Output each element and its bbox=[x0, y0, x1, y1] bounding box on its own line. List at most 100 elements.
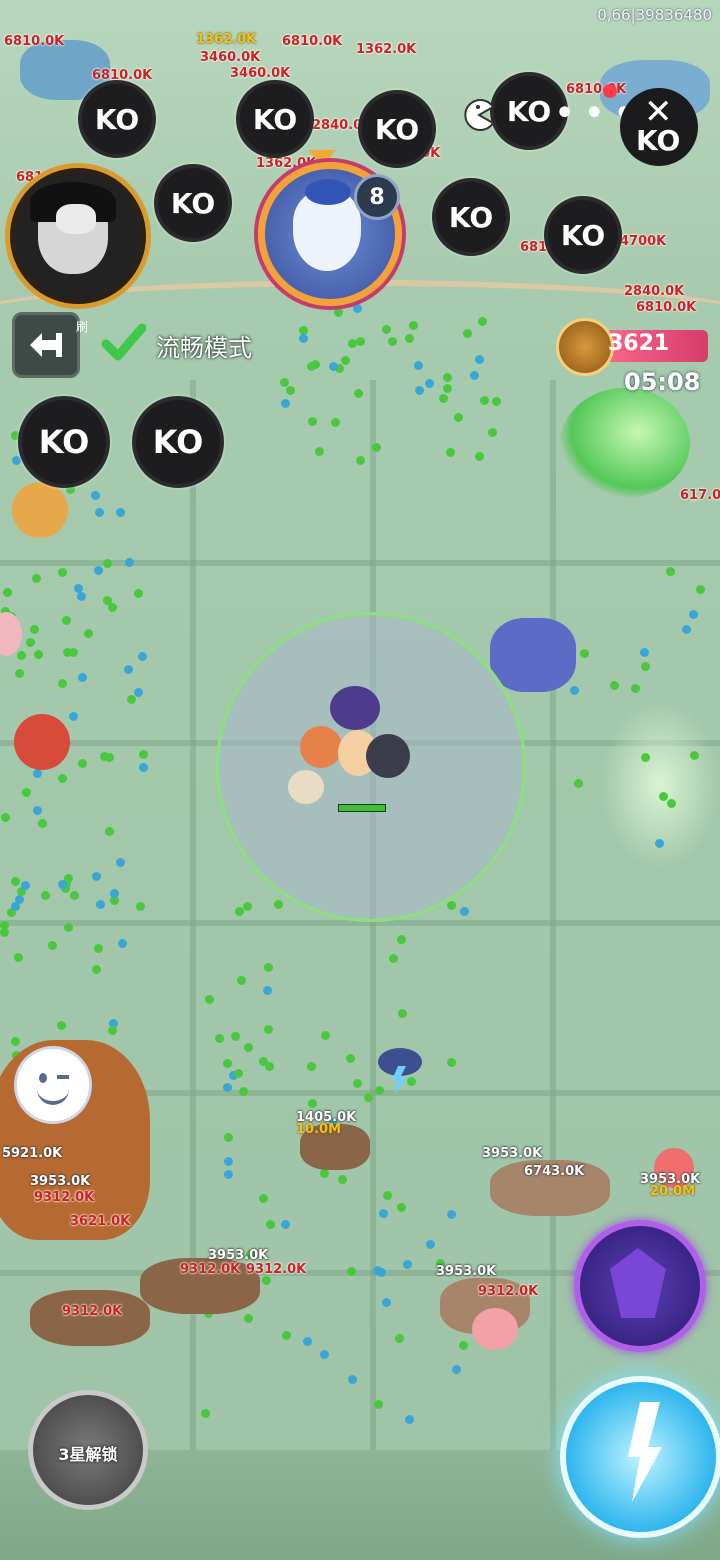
experience-orb bbox=[230, 1031, 240, 1041]
damage-number: 3953.0K bbox=[482, 1146, 543, 1161]
experience-orb bbox=[453, 413, 463, 423]
experience-orb bbox=[243, 1043, 253, 1053]
experience-orb bbox=[223, 1132, 233, 1142]
experience-orb bbox=[57, 879, 67, 889]
damage-number: 6810.0K bbox=[566, 82, 627, 97]
experience-orb bbox=[458, 1341, 468, 1351]
ko-badge: KO bbox=[544, 196, 622, 274]
experience-orb bbox=[64, 922, 74, 932]
experience-orb bbox=[10, 877, 20, 886]
experience-orb bbox=[234, 906, 244, 916]
locked-skill-slot[interactable]: 3星解锁 bbox=[28, 1390, 148, 1510]
damage-number: 617.0K bbox=[680, 488, 720, 503]
experience-orb bbox=[264, 1062, 274, 1071]
experience-orb bbox=[319, 1350, 329, 1360]
close-button[interactable]: ✕ KO bbox=[620, 88, 698, 166]
monster bbox=[472, 1308, 518, 1350]
experience-orb bbox=[389, 953, 399, 963]
experience-orb bbox=[475, 451, 485, 461]
monster bbox=[12, 482, 68, 538]
experience-orb bbox=[654, 838, 664, 848]
experience-orb bbox=[462, 328, 472, 338]
build-id-text: 0,66|39836480 bbox=[597, 6, 712, 24]
experience-orb bbox=[94, 943, 104, 953]
experience-orb bbox=[353, 389, 363, 399]
experience-orb bbox=[382, 1190, 392, 1200]
experience-orb bbox=[347, 338, 357, 348]
experience-orb bbox=[30, 624, 40, 634]
experience-orb bbox=[478, 316, 488, 326]
experience-orb bbox=[346, 1267, 356, 1277]
storm-cloud-icon bbox=[378, 1048, 422, 1094]
experience-orb bbox=[280, 377, 290, 387]
monster bbox=[490, 618, 576, 692]
experience-orb bbox=[135, 901, 145, 911]
experience-orb bbox=[15, 668, 25, 678]
ko-badge: KO bbox=[236, 80, 314, 158]
damage-number: 9312.0K bbox=[180, 1262, 241, 1277]
ko-badge: KO bbox=[358, 90, 436, 168]
lightning-skill-button[interactable] bbox=[560, 1376, 720, 1538]
experience-orb bbox=[105, 826, 115, 836]
experience-orb bbox=[307, 416, 317, 426]
check-icon[interactable] bbox=[100, 320, 146, 366]
damage-number: 1362.0K bbox=[196, 32, 257, 47]
experience-orb bbox=[696, 584, 706, 594]
demon-skill-button[interactable] bbox=[574, 1220, 706, 1352]
experience-orb bbox=[37, 818, 47, 828]
experience-orb bbox=[58, 678, 68, 688]
experience-orb bbox=[222, 1058, 232, 1068]
experience-orb bbox=[659, 791, 669, 801]
experience-orb bbox=[388, 336, 398, 346]
experience-orb bbox=[137, 651, 147, 661]
experience-orb bbox=[243, 901, 253, 911]
experience-orb bbox=[47, 941, 57, 951]
experience-orb bbox=[56, 1020, 66, 1030]
experience-orb bbox=[103, 558, 113, 568]
game-stage[interactable]: 6810.0K 1362.0K 6810.0K 6810.0K 1362.0K 3460.… bbox=[0, 0, 720, 1560]
experience-orb bbox=[345, 1053, 355, 1063]
damage-number: 9312.0K bbox=[478, 1284, 539, 1299]
smooth-mode-label[interactable]: 流畅模式 bbox=[156, 328, 252, 363]
damage-number: 4700K bbox=[620, 234, 667, 249]
experience-orb bbox=[138, 750, 148, 760]
ko-badge: KO bbox=[132, 396, 224, 488]
damage-number: 6810.0K bbox=[4, 34, 65, 49]
experience-orb bbox=[204, 994, 214, 1004]
experience-orb bbox=[68, 711, 78, 721]
damage-number: 1362.0K bbox=[356, 42, 417, 57]
lightning-skill-icon bbox=[628, 1402, 662, 1502]
experience-orb bbox=[446, 1209, 456, 1219]
experience-orb bbox=[214, 1033, 224, 1043]
damage-number: 9312.0K bbox=[246, 1262, 307, 1277]
experience-orb bbox=[445, 447, 455, 457]
experience-orb bbox=[479, 395, 489, 405]
experience-orb bbox=[133, 588, 143, 598]
experience-orb bbox=[363, 1092, 373, 1102]
unlock-label: 3星解锁 bbox=[58, 1445, 118, 1464]
experience-orb bbox=[355, 337, 365, 347]
experience-orb bbox=[470, 370, 480, 380]
player-avatar[interactable] bbox=[10, 168, 146, 304]
damage-number: 6810.0K bbox=[282, 34, 343, 49]
experience-orb bbox=[11, 455, 21, 465]
experience-orb bbox=[459, 907, 469, 917]
damage-number: 9312.0K bbox=[34, 1190, 95, 1205]
experience-orb bbox=[374, 1399, 384, 1409]
experience-orb bbox=[77, 759, 87, 769]
recording-indicator bbox=[603, 84, 617, 98]
experience-orb bbox=[94, 566, 104, 576]
damage-number: 3460.0K bbox=[200, 50, 261, 65]
monster bbox=[14, 714, 70, 770]
emote-button[interactable] bbox=[14, 1046, 92, 1124]
experience-orb bbox=[91, 965, 101, 975]
experience-orb bbox=[446, 1057, 456, 1067]
experience-orb bbox=[396, 934, 406, 944]
damage-number: 3460.0K bbox=[230, 66, 291, 81]
experience-orb bbox=[126, 694, 136, 704]
ko-badge: KO bbox=[432, 178, 510, 256]
back-button[interactable] bbox=[12, 312, 80, 378]
experience-orb bbox=[579, 649, 589, 659]
experience-orb bbox=[21, 787, 31, 797]
experience-orb bbox=[280, 399, 290, 409]
